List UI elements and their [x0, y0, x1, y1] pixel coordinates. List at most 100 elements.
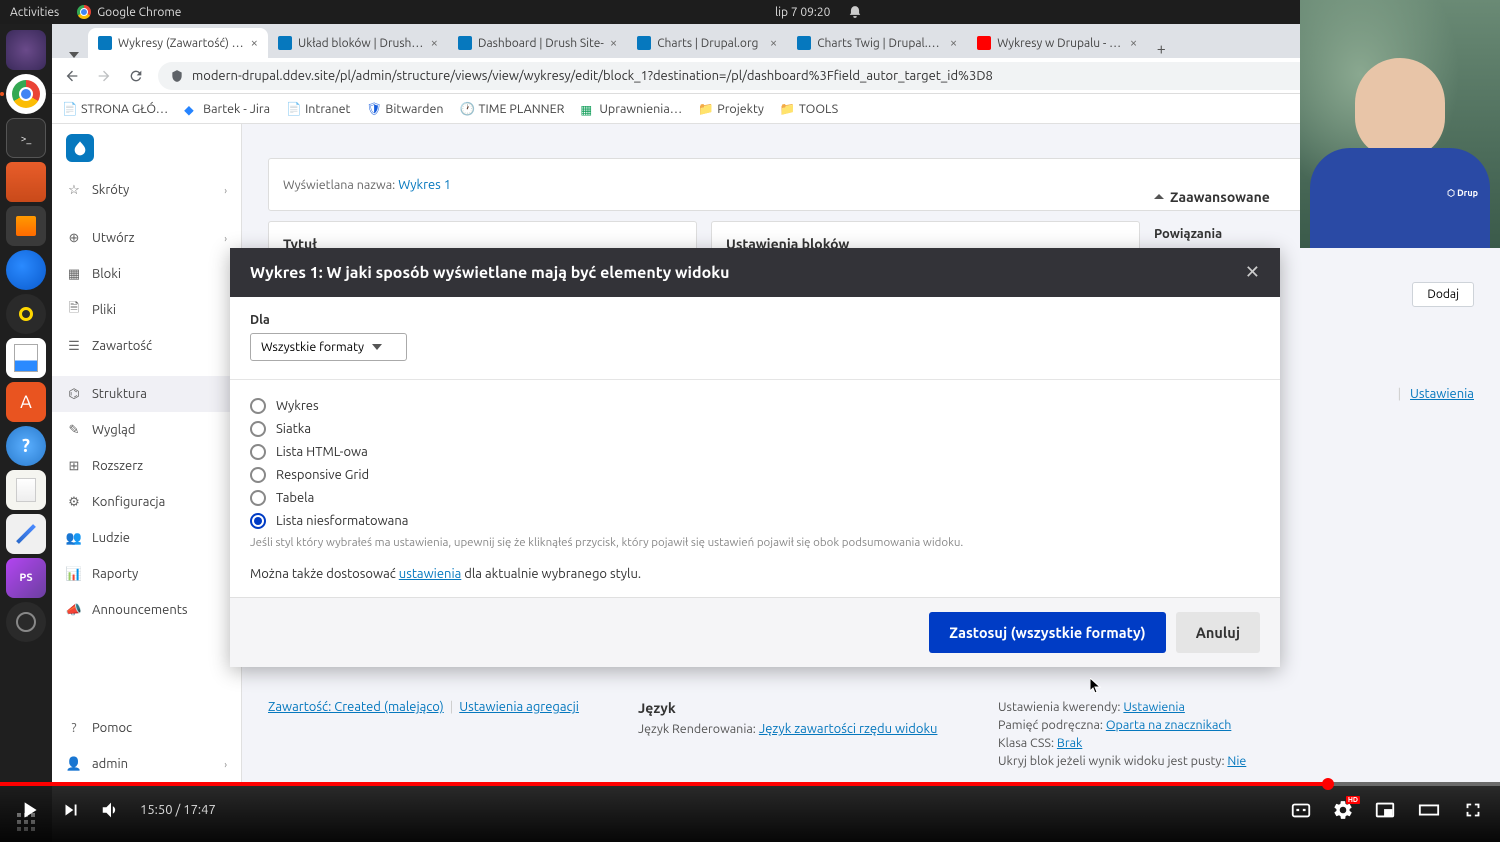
dock-app-1[interactable]: [6, 30, 46, 70]
content-icon: ☰: [66, 338, 82, 354]
dock-obs[interactable]: [6, 602, 46, 642]
sidebar-item-konfiguracja[interactable]: ⚙Konfiguracja: [52, 484, 241, 520]
render-lang-link[interactable]: Język zawartości rzędu widoku: [759, 722, 938, 736]
tab-0[interactable]: Wykresy (Zawartość) | D ×: [88, 28, 268, 58]
sheet-icon: ▦: [580, 102, 594, 116]
tab-4[interactable]: Charts Twig | Drupal.org ×: [787, 28, 967, 58]
radio-option-unformatted-list[interactable]: Lista niesformatowana: [250, 513, 1260, 529]
tab-close-icon[interactable]: ×: [610, 36, 617, 50]
settings-link[interactable]: Ustawienia: [1410, 387, 1474, 401]
sidebar-item-raporty[interactable]: 📊Raporty: [52, 556, 241, 592]
tab-title: Dashboard | Drush Site-: [478, 37, 604, 50]
captions-button[interactable]: [1290, 799, 1312, 821]
dock-gedit[interactable]: [6, 514, 46, 554]
sidebar-item-pomoc[interactable]: ?Pomoc: [52, 710, 241, 746]
bookmark-6[interactable]: 📁Projekty: [698, 102, 764, 116]
modal-close-button[interactable]: ✕: [1245, 262, 1260, 283]
next-button[interactable]: [60, 799, 82, 821]
url-input[interactable]: modern-drupal.ddev.site/pl/admin/structu…: [158, 62, 1374, 90]
dock-software[interactable]: A: [6, 382, 46, 422]
dock-sublime[interactable]: [6, 206, 46, 246]
dock-help[interactable]: ?: [6, 426, 46, 466]
dock-chrome[interactable]: [6, 74, 46, 114]
theater-button[interactable]: [1416, 799, 1442, 821]
bookmarks-bar: 📄STRONA GŁÓ… ◆Bartek - Jira 📄Intranet 🛡B…: [52, 94, 1500, 124]
bookmark-2[interactable]: 📄Intranet: [286, 102, 350, 116]
jira-icon: ◆: [184, 102, 198, 116]
dock-libreoffice[interactable]: [6, 338, 46, 378]
bookmark-0[interactable]: 📄STRONA GŁÓ…: [62, 102, 168, 116]
cancel-button[interactable]: Anuluj: [1176, 612, 1260, 653]
drupal-logo[interactable]: [52, 124, 241, 172]
dock-phpstorm[interactable]: PS: [6, 558, 46, 598]
bookmark-5[interactable]: ▦Uprawnienia…: [580, 102, 682, 116]
play-button[interactable]: [16, 797, 42, 823]
tab-3[interactable]: Charts | Drupal.org ×: [627, 28, 787, 58]
dock-notes[interactable]: [6, 470, 46, 510]
settings-button[interactable]: HD: [1332, 799, 1354, 821]
current-app[interactable]: Google Chrome: [77, 5, 181, 19]
sidebar-item-rozszerz[interactable]: ⊞Rozszerz: [52, 448, 241, 484]
radio-option-siatka[interactable]: Siatka: [250, 421, 1260, 437]
sidebar-item-announcements[interactable]: 📣Announcements: [52, 592, 241, 628]
settings-link[interactable]: ustawienia: [399, 567, 462, 581]
hide-label: Ukryj blok jeżeli wynik widoku jest pust…: [998, 754, 1225, 768]
radio-option-responsive-grid[interactable]: Responsive Grid: [250, 467, 1260, 483]
tab-1[interactable]: Układ bloków | Drush Sit ×: [268, 28, 448, 58]
radio-option-tabela[interactable]: Tabela: [250, 490, 1260, 506]
display-name-link[interactable]: Wykres 1: [398, 178, 451, 192]
tab-bar: Wykresy (Zawartość) | D × Układ bloków |…: [52, 24, 1500, 58]
activities-button[interactable]: Activities: [10, 6, 59, 19]
new-tab-button[interactable]: +: [1147, 40, 1175, 58]
bookmark-4[interactable]: 🕐TIME PLANNER: [460, 102, 565, 116]
tab-close-icon[interactable]: ×: [1130, 36, 1137, 50]
fullscreen-button[interactable]: [1462, 799, 1484, 821]
sidebar-item-admin[interactable]: 👤admin›: [52, 746, 241, 782]
radio-option-wykres[interactable]: Wykres: [250, 398, 1260, 414]
radio-option-html-list[interactable]: Lista HTML-owa: [250, 444, 1260, 460]
tab-close-icon[interactable]: ×: [251, 36, 258, 50]
hide-link[interactable]: Nie: [1227, 754, 1246, 768]
miniplayer-button[interactable]: [1374, 799, 1396, 821]
dock-rhythmbox[interactable]: [6, 294, 46, 334]
query-label: Ustawienia kwerendy:: [998, 700, 1121, 714]
dock-files[interactable]: [6, 162, 46, 202]
cache-link[interactable]: Oparta na znacznikach: [1106, 718, 1232, 732]
sidebar-item-pliki[interactable]: 🗎Pliki: [52, 292, 241, 328]
format-scope-select[interactable]: Wszystkie formaty: [250, 333, 407, 361]
bookmark-1[interactable]: ◆Bartek - Jira: [184, 102, 270, 116]
progress-bar[interactable]: [0, 782, 1500, 786]
tab-5[interactable]: Wykresy w Drupalu - Pre ×: [967, 28, 1147, 58]
sidebar-item-skroty[interactable]: ☆Skróty›: [52, 172, 241, 208]
gnome-top-bar: Activities Google Chrome lip 7 09:20: [0, 0, 1500, 24]
sidebar-item-zawartosc[interactable]: ☰Zawartość: [52, 328, 241, 364]
bookmark-7[interactable]: 📁TOOLS: [780, 102, 838, 116]
tab-close-icon[interactable]: ×: [770, 36, 777, 50]
sidebar-item-struktura[interactable]: ⌬Struktura: [52, 376, 241, 412]
reload-button[interactable]: [126, 66, 146, 86]
sidebar-item-bloki[interactable]: ▦Bloki: [52, 256, 241, 292]
notification-icon[interactable]: [848, 5, 862, 19]
tab-close-icon[interactable]: ×: [950, 36, 957, 50]
dock-thunderbird[interactable]: [6, 250, 46, 290]
sidebar-item-ludzie[interactable]: 👥Ludzie: [52, 520, 241, 556]
sort-link-2[interactable]: Ustawienia agregacji: [459, 700, 579, 714]
apply-button[interactable]: Zastosuj (wszystkie formaty): [929, 612, 1165, 653]
sidebar-item-utworz[interactable]: ⊕Utwórz›: [52, 220, 241, 256]
sidebar-item-wyglad[interactable]: ✎Wygląd: [52, 412, 241, 448]
add-button-2[interactable]: Dodaj: [1412, 282, 1474, 307]
radio-icon: [250, 513, 266, 529]
puzzle-icon: ⊞: [66, 458, 82, 474]
dock-terminal[interactable]: >_: [6, 118, 46, 158]
css-link[interactable]: Brak: [1057, 736, 1082, 750]
query-link[interactable]: Ustawienia: [1123, 700, 1185, 714]
clock[interactable]: lip 7 09:20: [775, 6, 830, 19]
tab-close-icon[interactable]: ×: [431, 36, 438, 50]
radio-icon: [250, 398, 266, 414]
tab-2[interactable]: Dashboard | Drush Site- ×: [448, 28, 627, 58]
bookmark-3[interactable]: 🛡Bitwarden: [366, 102, 443, 116]
forward-button[interactable]: [94, 66, 114, 86]
back-button[interactable]: [62, 66, 82, 86]
sort-link-1[interactable]: Zawartość: Created (malejąco): [268, 700, 444, 714]
volume-button[interactable]: [100, 799, 122, 821]
